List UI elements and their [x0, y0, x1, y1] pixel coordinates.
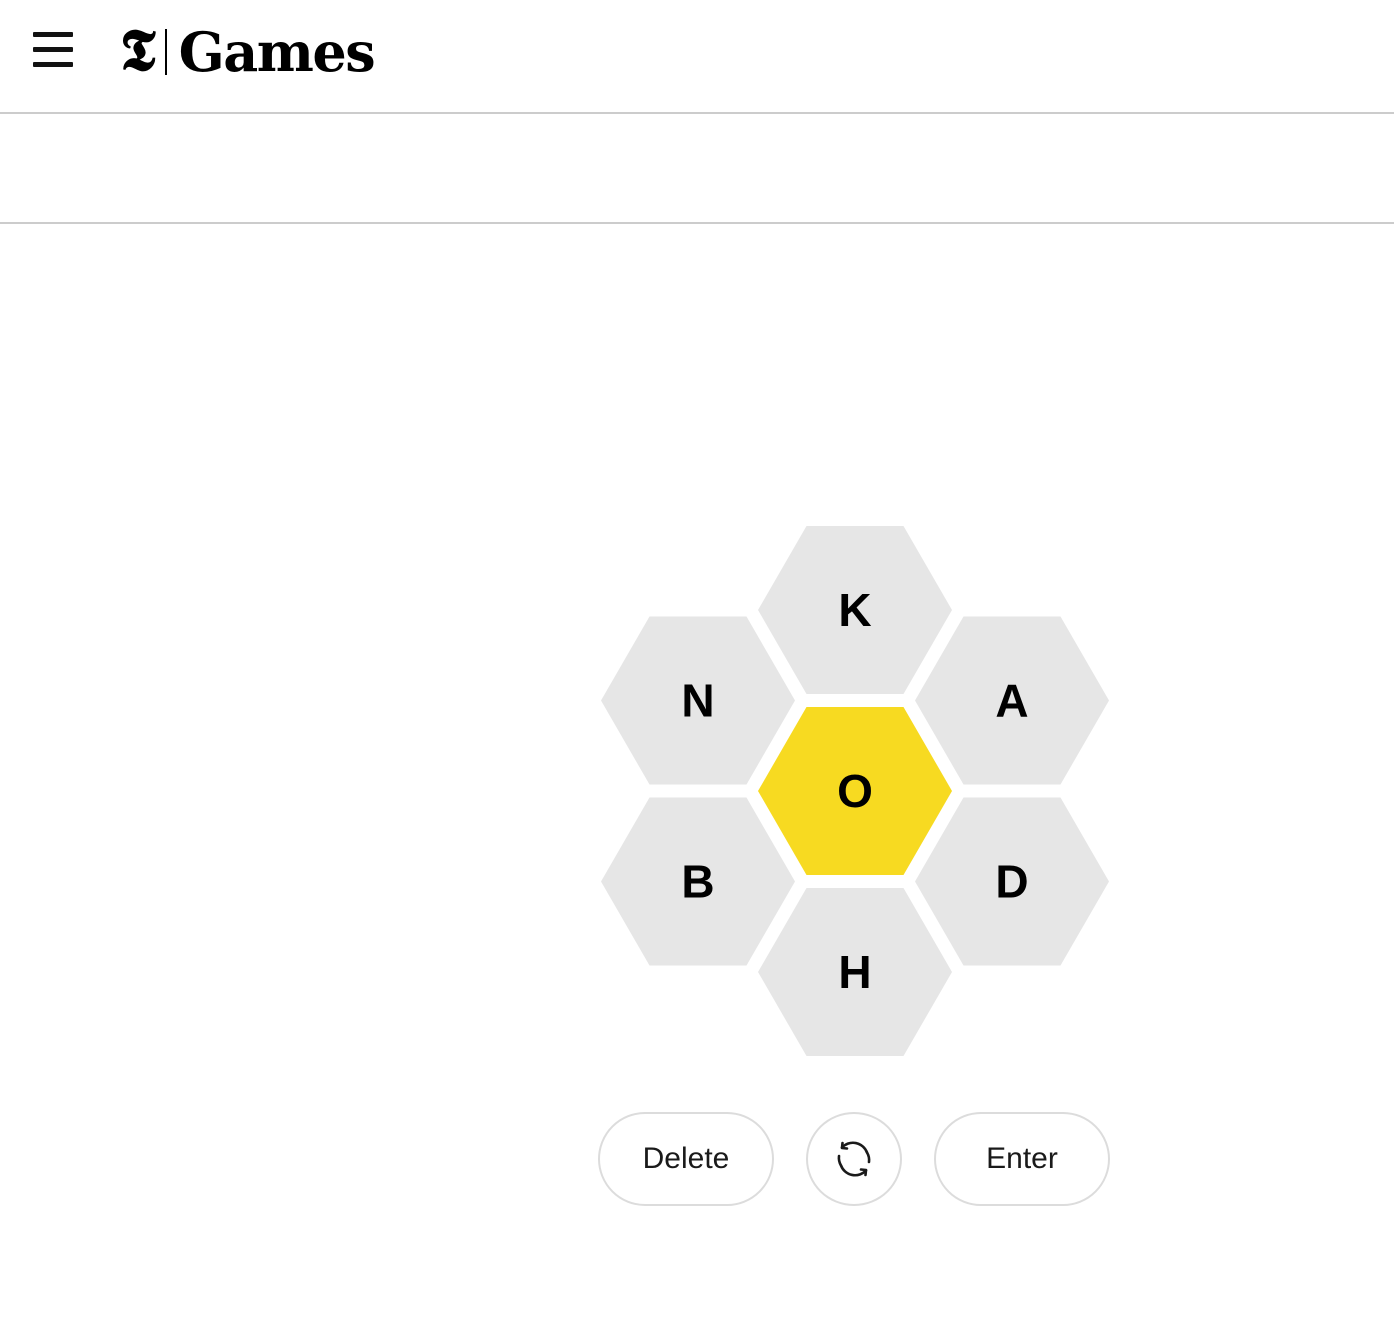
hive-graphic: K A D H B N O	[601, 526, 1109, 1056]
logo-divider	[164, 29, 167, 75]
letter-hive: K A D H B N O	[598, 522, 1112, 1060]
hive-cell-upper-right[interactable]: A	[915, 616, 1109, 785]
site-header: 𝕿 Games	[0, 0, 1394, 114]
nyt-logo-icon: 𝕿	[120, 16, 156, 84]
outer-letter: H	[838, 946, 871, 998]
nyt-games-logo[interactable]: 𝕿 Games	[120, 16, 376, 84]
outer-letter: N	[681, 675, 714, 727]
outer-letter: D	[995, 856, 1028, 908]
spelling-bee-page: 𝕿 Games K A D H B N O Delete Enter	[0, 0, 1394, 1340]
hive-cell-center[interactable]: O	[758, 707, 952, 875]
hive-cell-lower-left[interactable]: B	[601, 797, 795, 966]
hamburger-menu-icon[interactable]	[26, 26, 80, 72]
hive-cell-top[interactable]: K	[758, 526, 952, 694]
delete-button[interactable]: Delete	[598, 1112, 774, 1206]
outer-letter: B	[681, 856, 714, 908]
hive-controls: Delete Enter	[598, 1112, 1112, 1210]
shuffle-icon	[837, 1141, 871, 1177]
outer-letter: A	[995, 675, 1028, 727]
game-toolbar	[0, 114, 1394, 224]
hive-cell-lower-right[interactable]: D	[915, 797, 1109, 966]
center-letter: O	[837, 765, 873, 817]
shuffle-button[interactable]	[806, 1112, 902, 1206]
outer-letter: K	[838, 584, 871, 636]
hive-cell-bottom[interactable]: H	[758, 888, 952, 1056]
enter-button[interactable]: Enter	[934, 1112, 1110, 1206]
hive-cell-upper-left[interactable]: N	[601, 616, 795, 785]
games-wordmark: Games	[178, 20, 376, 84]
